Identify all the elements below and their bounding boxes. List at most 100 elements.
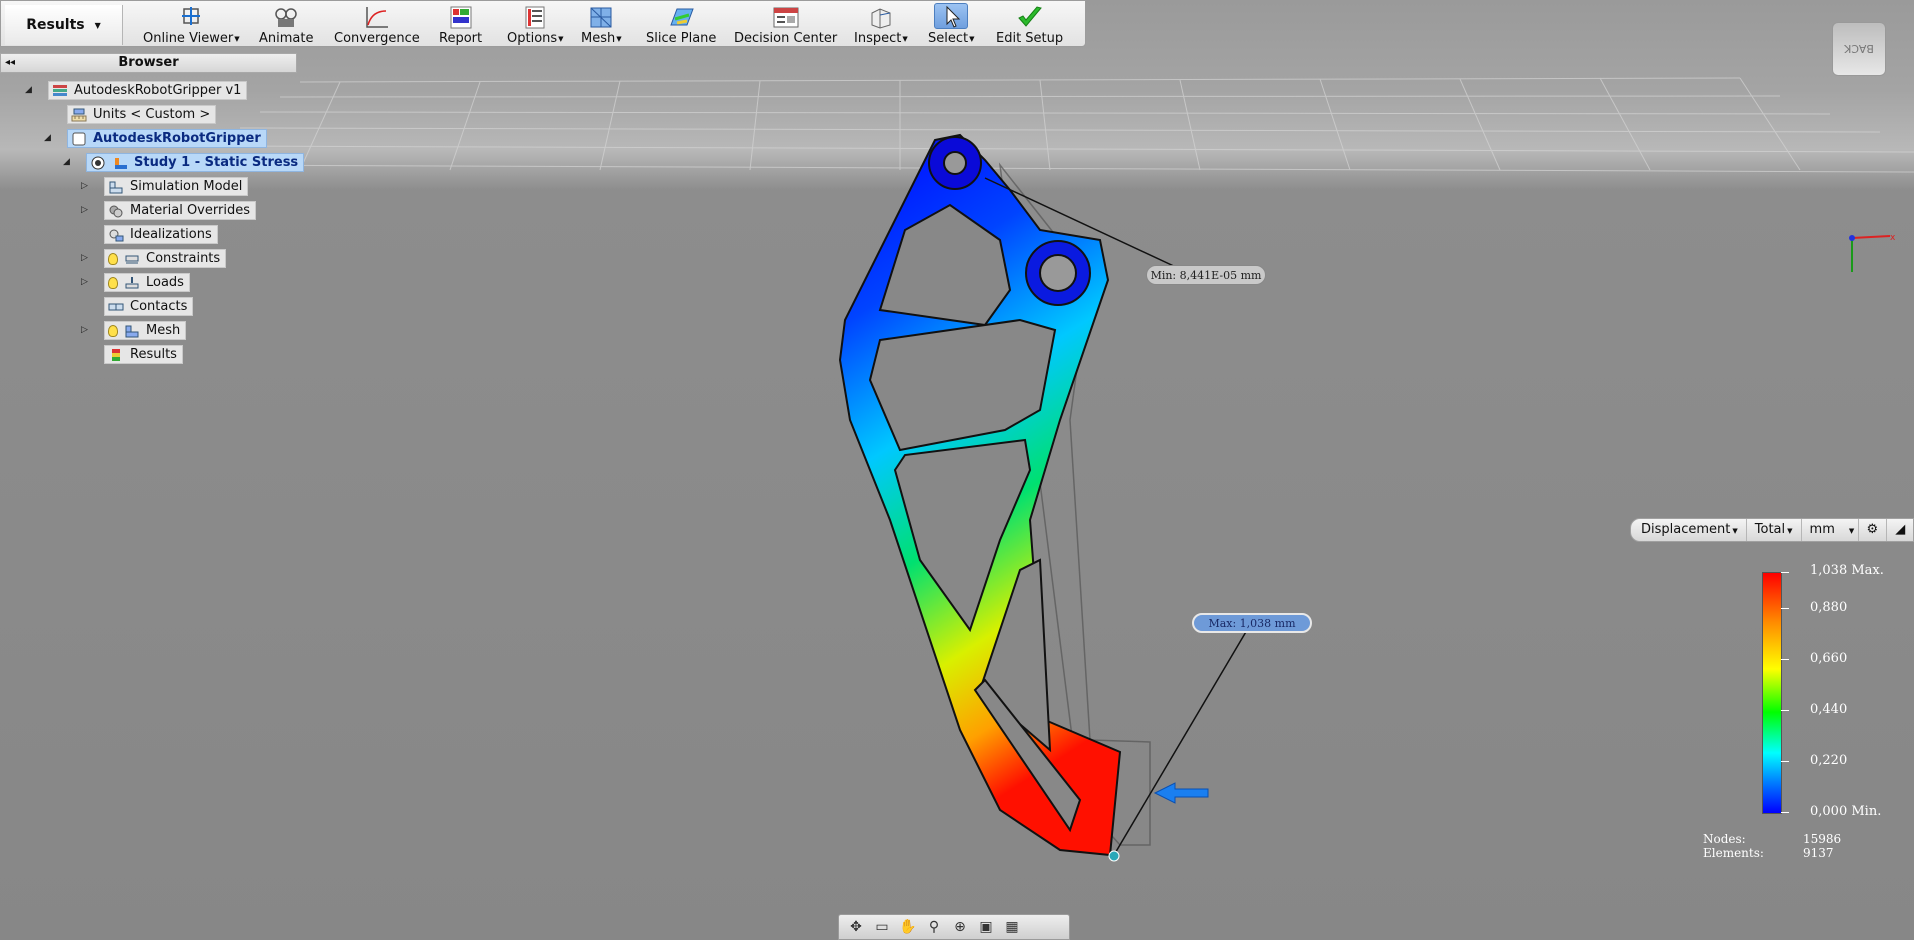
report-label: Report: [439, 31, 483, 46]
assembly-icon: [52, 84, 68, 98]
legend-toolbar: Displacement ▼ Total ▼ mm ▼ ⚙ ◢: [1630, 518, 1914, 542]
grid-settings-icon[interactable]: ▦: [1001, 919, 1023, 935]
browser-title: Browser: [118, 55, 179, 70]
collapse-panel-icon[interactable]: ◂◂: [5, 54, 15, 72]
component-icon: [71, 132, 87, 146]
display-settings-icon[interactable]: ▣: [975, 919, 997, 935]
edit-setup-label: Edit Setup: [996, 31, 1064, 46]
unit-value: mm: [1809, 522, 1835, 537]
dropdown-caret-icon: ▼: [1787, 527, 1793, 535]
navigation-bar: ✥ ▭ ✋ ⚲ ⊕ ▣ ▦: [838, 914, 1070, 940]
scale-label: 0,660: [1810, 651, 1848, 666]
tree-node-material-overrides[interactable]: Material Overrides: [104, 201, 256, 220]
idealizations-icon: [108, 228, 124, 242]
tree-node-units[interactable]: Units < Custom >: [67, 105, 217, 124]
tree-node-contacts[interactable]: Contacts: [104, 297, 194, 316]
tree-expander-icon[interactable]: ▷: [81, 325, 88, 335]
tree-node-study[interactable]: Study 1 - Static Stress: [86, 153, 305, 172]
tree-node-idealizations[interactable]: Idealizations: [104, 225, 218, 244]
options-button[interactable]: Options▼: [507, 3, 564, 46]
pan-hand-icon[interactable]: ✋: [897, 919, 919, 935]
gear-icon: ⚙: [1866, 522, 1879, 537]
convergence-button[interactable]: Convergence: [334, 3, 420, 46]
tree-node-loads[interactable]: Loads: [104, 273, 190, 292]
nodes-value: 15986: [1803, 832, 1842, 846]
mesh-icon: [124, 324, 140, 338]
convergence-label: Convergence: [334, 31, 420, 46]
slice-plane-label: Slice Plane: [646, 31, 717, 46]
orbit-icon[interactable]: ✥: [845, 919, 867, 935]
tree-expander-icon[interactable]: ▷: [81, 253, 88, 263]
tree-node-label: Material Overrides: [130, 203, 250, 218]
look-at-icon[interactable]: ▭: [871, 919, 893, 935]
tree-expander-icon[interactable]: ◢: [25, 85, 32, 95]
select-cursor-icon: [934, 3, 969, 29]
options-label: Options: [507, 31, 558, 46]
tree-node-label: Units < Custom >: [93, 107, 211, 122]
result-type-value: Displacement: [1641, 522, 1731, 537]
gripper-model[interactable]: [0, 0, 1914, 940]
select-label: Select: [928, 31, 969, 46]
mesh-label: Mesh: [581, 31, 616, 46]
select-button[interactable]: Select▼: [928, 3, 975, 46]
tree-expander-icon[interactable]: ◢: [63, 157, 70, 167]
tree-node-constraints[interactable]: Constraints: [104, 249, 227, 268]
tree-node-results[interactable]: Results: [104, 345, 183, 364]
loads-icon: [124, 276, 140, 290]
results-workspace-tab[interactable]: Results ▼: [5, 5, 123, 45]
tree-expander-icon[interactable]: ▷: [81, 181, 88, 191]
unit-dropdown[interactable]: mm ▼: [1802, 519, 1859, 541]
online-viewer-button[interactable]: Online Viewer▼: [143, 3, 240, 46]
edit-setup-button[interactable]: Edit Setup: [996, 3, 1063, 46]
tree-node-mesh[interactable]: Mesh: [104, 321, 187, 340]
report-button[interactable]: Report: [439, 3, 482, 46]
elements-value: 9137: [1803, 846, 1834, 860]
svg-text:x: x: [1890, 233, 1896, 243]
convergence-icon: [364, 3, 390, 29]
max-probe-label[interactable]: Max: 1,038 mm: [1192, 613, 1312, 633]
scale-tick: [1781, 572, 1789, 573]
dropdown-caret-icon: ▼: [902, 34, 908, 43]
slice-plane-button[interactable]: Slice Plane: [646, 3, 716, 46]
visibility-bulb-icon[interactable]: [108, 252, 118, 265]
dropdown-caret-icon: ▼: [1848, 527, 1855, 535]
visibility-bulb-icon[interactable]: [108, 276, 118, 289]
tree-node-simulation-model[interactable]: Simulation Model: [104, 177, 249, 196]
inspect-icon: [868, 3, 894, 29]
study-icon: [112, 156, 128, 170]
browser-header[interactable]: ◂◂ Browser: [0, 53, 297, 73]
tree-node-component[interactable]: AutodeskRobotGripper: [67, 129, 267, 148]
component-dropdown[interactable]: Total ▼: [1747, 519, 1802, 541]
zoom-icon[interactable]: ⚲: [923, 919, 945, 935]
results-tab-label: Results: [26, 17, 85, 33]
fit-icon[interactable]: ⊕: [949, 919, 971, 935]
tree-expander-icon[interactable]: ▷: [81, 205, 88, 215]
mesh-button[interactable]: Mesh▼: [581, 3, 622, 46]
material-icon: [108, 204, 124, 218]
tree-node-root[interactable]: AutodeskRobotGripper v1: [48, 81, 248, 100]
animate-label: Animate: [259, 31, 314, 46]
scale-label-max: 1,038 Max.: [1810, 563, 1884, 578]
tree-expander-icon[interactable]: ▷: [81, 277, 88, 287]
scale-label-min: 0,000 Min.: [1810, 804, 1882, 819]
dropdown-caret-icon: ▼: [616, 34, 622, 43]
simulation-model-icon: [108, 180, 124, 194]
max-probe-text: Max: 1,038 mm: [1208, 616, 1296, 630]
tree-expander-icon[interactable]: ◢: [44, 133, 51, 143]
units-icon: [71, 108, 87, 122]
tree-node-label: Constraints: [146, 251, 221, 266]
legend-settings-button[interactable]: ⚙: [1859, 519, 1888, 541]
decision-center-button[interactable]: Decision Center: [734, 3, 837, 46]
result-type-dropdown[interactable]: Displacement ▼: [1631, 519, 1747, 541]
min-probe-label[interactable]: Min: 8,441E-05 mm: [1146, 265, 1266, 285]
3d-viewport[interactable]: x: [0, 0, 1914, 940]
scale-label: 0,440: [1810, 702, 1848, 717]
viewcube-face-label: BACK: [1844, 42, 1874, 56]
viewcube[interactable]: BACK: [1832, 22, 1886, 76]
legend-collapse-button[interactable]: ◢: [1887, 519, 1913, 541]
visibility-bulb-icon[interactable]: [108, 324, 118, 337]
animate-button[interactable]: Animate: [259, 3, 313, 46]
inspect-button[interactable]: Inspect▼: [854, 3, 908, 46]
active-study-radio-icon[interactable]: [90, 156, 106, 170]
scale-label: 0,220: [1810, 753, 1848, 768]
